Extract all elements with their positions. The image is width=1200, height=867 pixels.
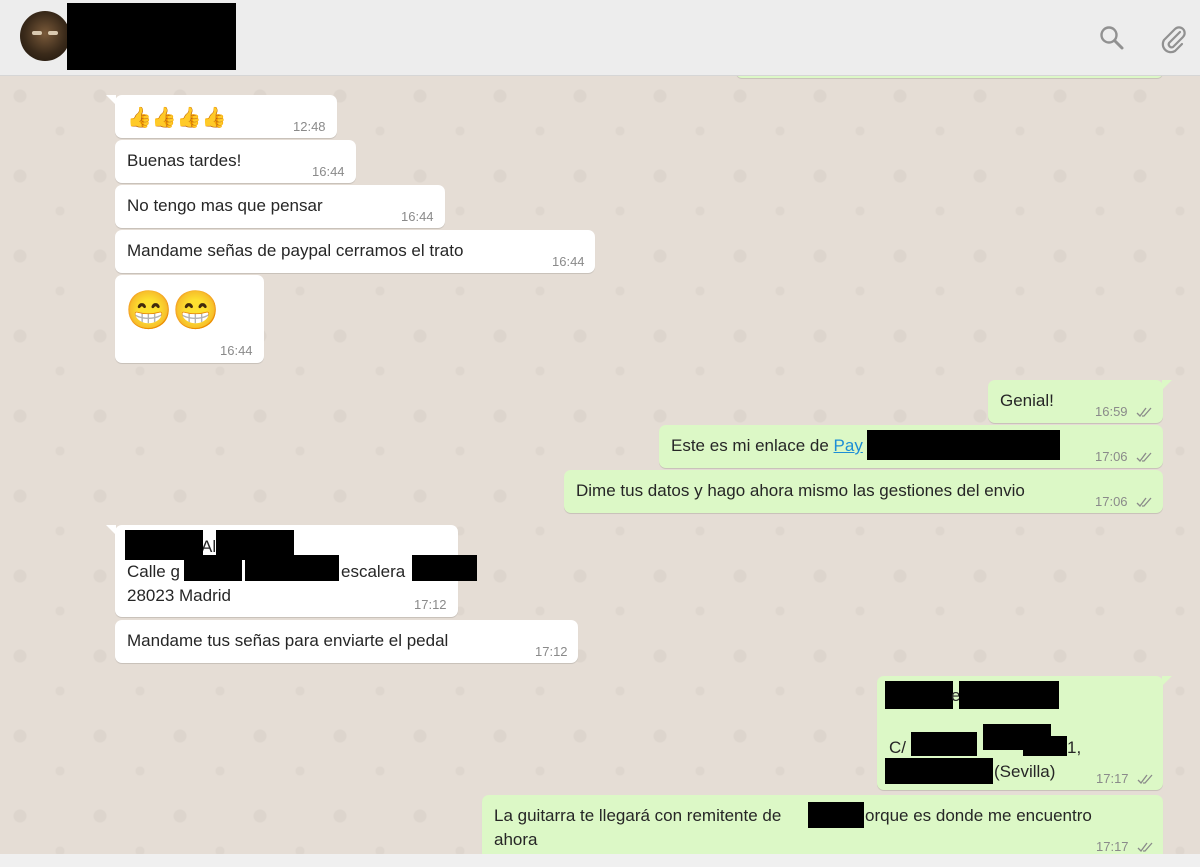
redacted-text [1023,736,1067,756]
chat-area[interactable]: 👍👍👍👍 12:48 Buenas tardes! 16:44 No tengo… [0,76,1200,854]
message-bubble-incoming[interactable]: Buenas tardes! 16:44 [115,140,356,183]
message-text-prefix: Este es mi enlace de [671,436,834,455]
message-bubble-outgoing[interactable]: Este es mi enlace de Pay 17:06 [659,425,1163,468]
message-time: 17:17 [1096,771,1129,786]
message-time: 16:59 [1095,404,1128,419]
message-bubble-incoming[interactable]: Al Calle g escalera 28023 Madrid 17:12 [106,525,477,617]
message-bubble-incoming[interactable]: Mandame tus señas para enviarte el pedal… [115,620,578,663]
message-time: 17:12 [535,644,568,659]
message-text: Dime tus datos y hago ahora mismo las ge… [576,481,1025,500]
message-time: 16:44 [312,164,345,179]
redacted-text [808,802,864,828]
address-line-2-start: Calle g [127,562,180,581]
message-text: No tengo mas que pensar [127,196,323,215]
message-text: Este es mi enlace de Pay [671,436,863,456]
read-ticks-icon [1137,842,1153,852]
message-bubble-outgoing[interactable]: Genial! 16:59 [988,380,1172,423]
bubble-tail [106,95,116,105]
message-time: 16:44 [552,254,585,269]
redacted-contact-name[interactable] [67,3,236,70]
message-text: Genial! [1000,391,1054,410]
message-time: 17:17 [1096,839,1129,854]
redacted-text [959,681,1059,709]
message-text: Mandame señas de paypal cerramos el trat… [127,241,464,260]
message-text: 👍👍👍👍 [127,107,227,129]
contact-avatar[interactable] [20,11,70,61]
message-text-part-3: ahora [494,830,538,849]
message-emoji: 😁😁 [125,290,220,332]
redacted-text [412,555,477,581]
paperclip-icon[interactable] [1158,24,1186,54]
message-bubble-incoming[interactable]: No tengo mas que pensar 16:44 [115,185,445,228]
bubble-tail [1162,676,1172,686]
message-time: 16:44 [220,343,253,358]
redacted-text [885,681,953,709]
address-line-3: 28023 Madrid [127,586,231,605]
message-text: Mandame tus señas para enviarte el pedal [127,631,449,650]
redacted-text [885,758,993,784]
message-text-part-1: La guitarra te llegará con remitente de [494,806,782,825]
message-time: 17:06 [1095,449,1128,464]
redacted-text [184,555,242,581]
address-line-2-start: C/ [889,738,906,757]
message-bubble-incoming[interactable]: Mandame señas de paypal cerramos el trat… [115,230,595,273]
read-ticks-icon [1137,774,1153,784]
address-line-2-end: 1, [1067,738,1082,757]
compose-bar-edge [0,854,1200,867]
message-bubble-outgoing[interactable]: e C/ 1, (Sevilla) 17:17 [877,676,1172,790]
message-bubble-incoming[interactable]: 👍👍👍👍 12:48 [106,95,337,138]
bubble-tail [1162,380,1172,390]
chat-header [0,0,1200,76]
message-text: Buenas tardes! [127,151,242,170]
address-line-3: (Sevilla) [994,762,1056,781]
search-icon[interactable] [1098,24,1126,52]
message-time: 12:48 [293,119,326,134]
read-ticks-icon [1136,452,1152,462]
address-line-2-end: escalera [341,562,406,581]
paypal-link[interactable]: Pay [834,436,863,455]
message-time: 17:06 [1095,494,1128,509]
redacted-text [245,555,339,581]
address-line-1: Al [201,537,217,556]
bubble-tail [106,525,116,535]
message-bubble-partial[interactable] [736,76,1163,78]
message-bubble-outgoing[interactable]: Dime tus datos y hago ahora mismo las ge… [564,470,1163,513]
message-time: 17:12 [414,597,447,612]
read-ticks-icon [1136,497,1152,507]
redacted-link [867,430,1060,460]
redacted-text [911,732,977,756]
message-text-part-2: orque es donde me encuentro [865,806,1092,825]
message-time: 16:44 [401,209,434,224]
read-ticks-icon [1136,407,1152,417]
message-bubble-outgoing[interactable]: La guitarra te llegará con remitente de … [482,795,1163,854]
message-bubble-incoming[interactable]: 😁😁 16:44 [115,275,264,363]
